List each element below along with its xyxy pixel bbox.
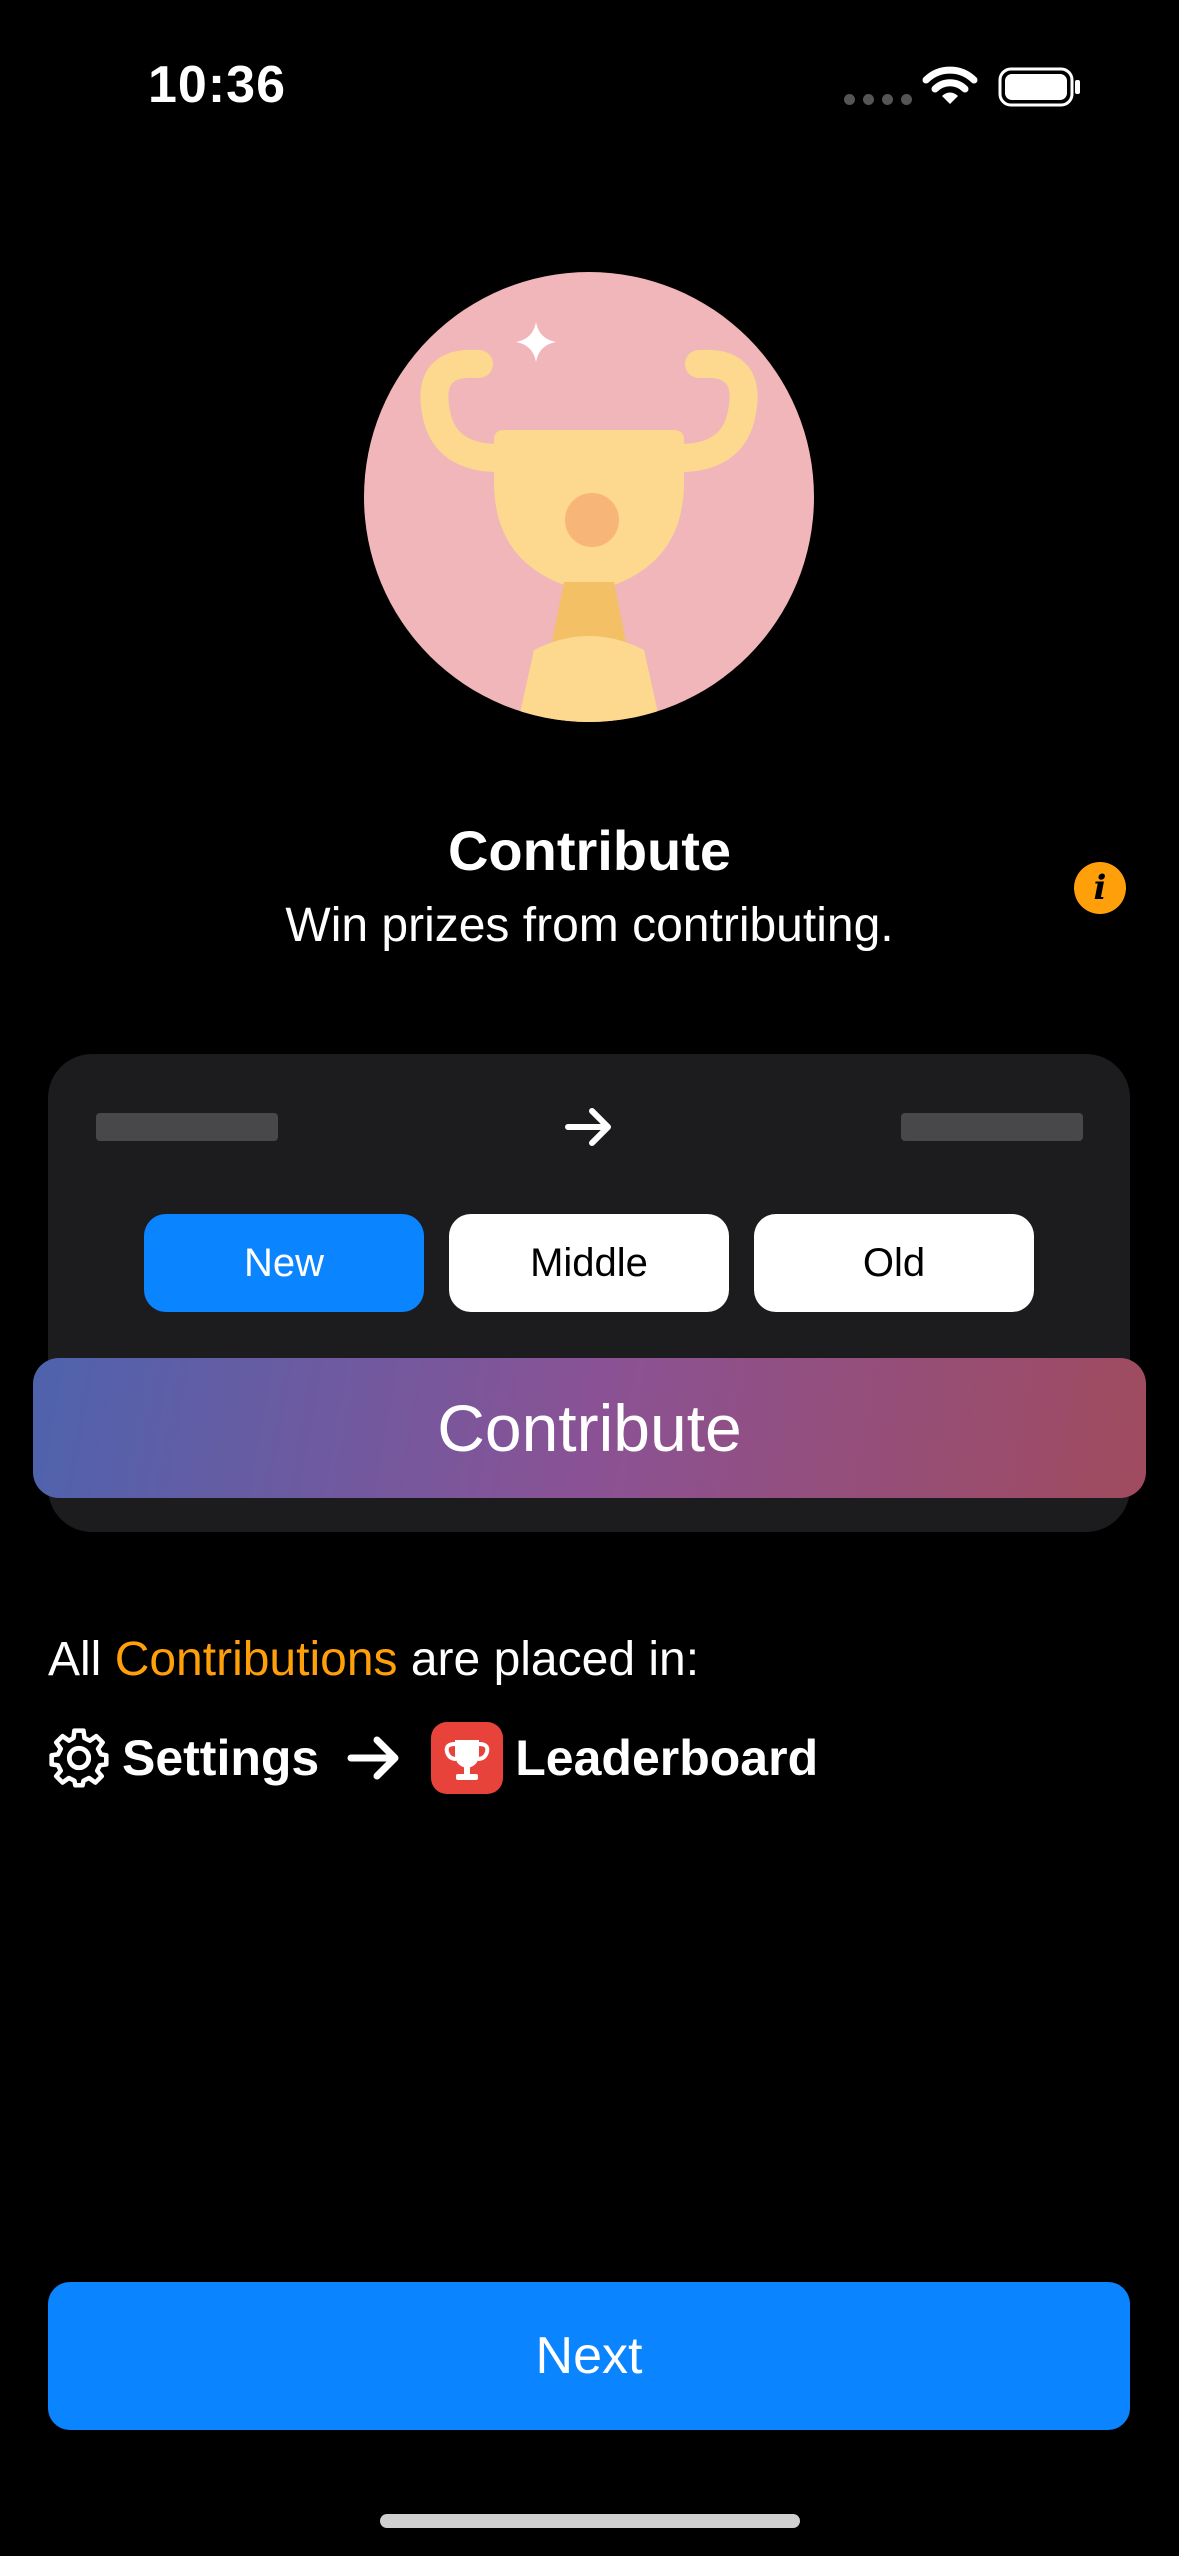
placeholder-bar-right: [901, 1113, 1083, 1141]
next-button[interactable]: Next: [48, 2282, 1130, 2430]
home-indicator[interactable]: [380, 2514, 800, 2528]
status-time: 10:36: [148, 56, 286, 114]
segment-old[interactable]: Old: [754, 1214, 1034, 1312]
settings-label: Settings: [122, 1730, 320, 1786]
segment-middle[interactable]: Middle: [449, 1214, 729, 1312]
battery-icon: [998, 67, 1080, 107]
leaderboard-app-icon: [431, 1722, 504, 1794]
placeholder-bar-left: [96, 1113, 278, 1141]
gear-icon: [49, 1728, 109, 1788]
location-prefix: All: [48, 1633, 102, 1686]
contribute-button[interactable]: Contribute: [33, 1358, 1146, 1498]
page-subtitle: Win prizes from contributing.: [285, 899, 894, 952]
contributions-location-text: All Contributions are placed in:: [48, 1632, 699, 1687]
trophy-icon: [444, 1740, 490, 1780]
info-icon[interactable]: i: [1074, 862, 1126, 914]
trophy-hero-image: [364, 272, 814, 722]
trophy-icon: [420, 349, 758, 722]
arrow-right-icon: [347, 1736, 399, 1780]
location-suffix: are placed in:: [410, 1633, 700, 1686]
segment-new[interactable]: New: [144, 1214, 424, 1312]
contributions-highlight: Contributions: [114, 1633, 398, 1686]
settings-path: Settings Leaderboard: [48, 1720, 818, 1796]
leaderboard-label: Leaderboard: [515, 1730, 819, 1786]
page-title: Contribute: [447, 819, 732, 882]
arrow-right-icon: [565, 1108, 611, 1146]
cellular-signal-icon: [844, 94, 912, 105]
sparkle-icon: [516, 322, 556, 362]
wifi-icon: [922, 66, 978, 104]
